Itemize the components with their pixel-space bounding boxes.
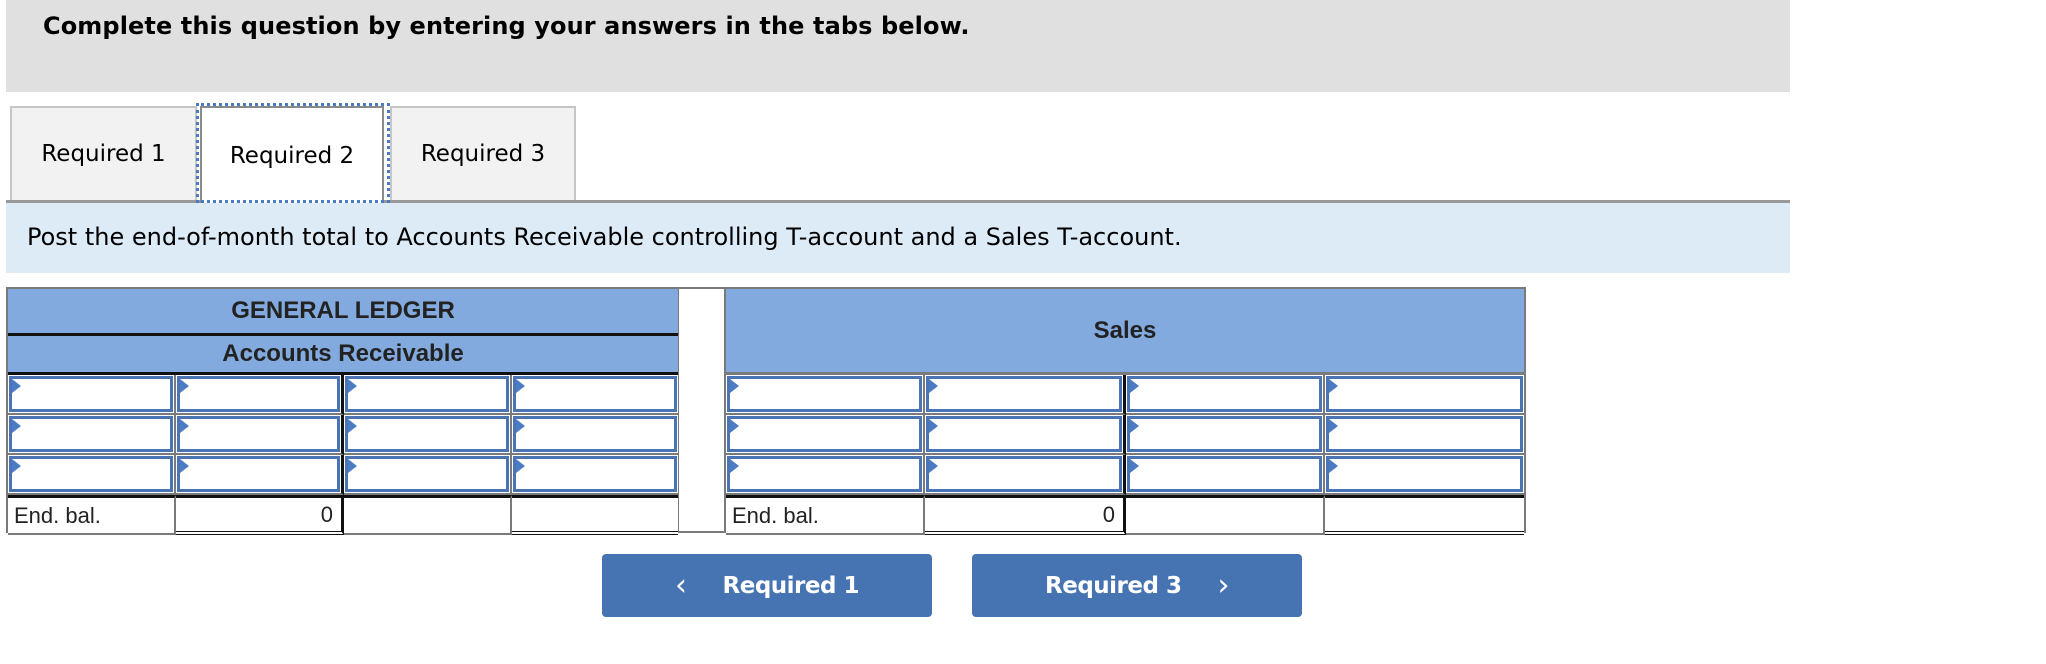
dropdown-marker-icon — [1130, 459, 1139, 473]
ar-credit-label-select-3[interactable] — [345, 456, 509, 492]
dropdown-marker-icon — [1130, 379, 1139, 393]
tab-required-3[interactable]: Required 3 — [390, 106, 576, 200]
general-ledger-header: GENERAL LEDGER — [8, 289, 678, 336]
sales-end-balance-credit-label — [1126, 495, 1325, 535]
dropdown-marker-icon — [1329, 379, 1338, 393]
dropdown-marker-icon — [929, 379, 938, 393]
tab-label: Required 2 — [229, 142, 355, 169]
dropdown-marker-icon — [1329, 459, 1338, 473]
next-required-3-button[interactable]: Required 3 › — [972, 554, 1302, 617]
sales-debit-amount-input-1[interactable] — [926, 376, 1122, 412]
table-row — [726, 375, 1524, 415]
dropdown-marker-icon — [180, 379, 189, 393]
sales-end-balance-value: 0 — [925, 495, 1126, 535]
ar-debit-label-select-2[interactable] — [9, 416, 173, 452]
next-button-label: Required 3 — [1045, 572, 1182, 599]
ar-credit-label-select-2[interactable] — [345, 416, 509, 452]
sales-header: Sales — [726, 289, 1524, 375]
sales-debit-label-select-3[interactable] — [727, 456, 922, 492]
dropdown-marker-icon — [730, 379, 739, 393]
sales-entry-grid: End. bal. 0 — [726, 375, 1524, 535]
dropdown-marker-icon — [516, 419, 525, 433]
sales-credit-amount-input-3[interactable] — [1326, 456, 1523, 492]
dropdown-marker-icon — [1130, 419, 1139, 433]
ar-end-balance-row: End. bal. 0 — [8, 495, 678, 535]
dropdown-marker-icon — [12, 459, 21, 473]
previous-required-1-button[interactable]: ‹ Required 1 — [602, 554, 932, 617]
table-row — [8, 415, 678, 455]
dropdown-marker-icon — [929, 459, 938, 473]
tab-required-1[interactable]: Required 1 — [10, 106, 197, 200]
dropdown-marker-icon — [348, 459, 357, 473]
tab-label: Required 3 — [420, 141, 546, 167]
accounts-receivable-taccount: GENERAL LEDGER Accounts Receivable End. … — [6, 287, 680, 535]
ar-debit-amount-input-1[interactable] — [177, 376, 340, 412]
dropdown-marker-icon — [516, 379, 525, 393]
sales-end-balance-label: End. bal. — [726, 495, 925, 535]
tab-required-2[interactable]: Required 2 — [200, 106, 384, 203]
chevron-left-icon: ‹ — [675, 568, 687, 603]
ar-debit-label-select-3[interactable] — [9, 456, 173, 492]
accounts-receivable-header: Accounts Receivable — [8, 336, 678, 375]
ar-debit-label-select-1[interactable] — [9, 376, 173, 412]
instruction-band: Post the end-of-month total to Accounts … — [6, 203, 1790, 273]
sales-debit-amount-input-2[interactable] — [926, 416, 1122, 452]
sales-end-balance-credit-value — [1325, 495, 1524, 535]
table-row — [726, 415, 1524, 455]
sales-credit-label-select-3[interactable] — [1127, 456, 1322, 492]
question-banner: Complete this question by entering your … — [6, 0, 1790, 92]
sales-debit-label-select-1[interactable] — [727, 376, 922, 412]
dropdown-marker-icon — [348, 379, 357, 393]
table-row — [8, 375, 678, 415]
chevron-right-icon: › — [1217, 568, 1229, 603]
ar-end-balance-credit-label — [344, 495, 512, 535]
dropdown-marker-icon — [12, 419, 21, 433]
dropdown-marker-icon — [180, 419, 189, 433]
ar-credit-amount-input-2[interactable] — [513, 416, 677, 452]
dropdown-marker-icon — [348, 419, 357, 433]
previous-button-label: Required 1 — [722, 572, 860, 599]
dropdown-marker-icon — [12, 379, 21, 393]
ar-credit-label-select-1[interactable] — [345, 376, 509, 412]
instruction-text: Post the end-of-month total to Accounts … — [27, 223, 1182, 251]
ar-end-balance-label: End. bal. — [8, 495, 176, 535]
sales-debit-amount-input-3[interactable] — [926, 456, 1122, 492]
ar-debit-amount-input-2[interactable] — [177, 416, 340, 452]
sales-credit-label-select-2[interactable] — [1127, 416, 1322, 452]
ar-end-balance-credit-value — [512, 495, 678, 535]
banner-text: Complete this question by entering your … — [43, 12, 970, 40]
ar-credit-amount-input-3[interactable] — [513, 456, 677, 492]
dropdown-marker-icon — [730, 459, 739, 473]
sales-end-balance-row: End. bal. 0 — [726, 495, 1524, 535]
sales-debit-label-select-2[interactable] — [727, 416, 922, 452]
sales-taccount: Sales End. bal. 0 — [724, 287, 1526, 535]
dropdown-marker-icon — [929, 419, 938, 433]
sales-credit-amount-input-2[interactable] — [1326, 416, 1523, 452]
dropdown-marker-icon — [180, 459, 189, 473]
ar-credit-amount-input-1[interactable] — [513, 376, 677, 412]
sales-credit-label-select-1[interactable] — [1127, 376, 1322, 412]
table-row — [726, 455, 1524, 495]
dropdown-marker-icon — [730, 419, 739, 433]
dropdown-marker-icon — [516, 459, 525, 473]
tab-label: Required 1 — [41, 141, 166, 167]
dropdown-marker-icon — [1329, 419, 1338, 433]
ar-end-balance-value: 0 — [176, 495, 344, 535]
taccount-spacer — [679, 287, 725, 533]
sales-credit-amount-input-1[interactable] — [1326, 376, 1523, 412]
ar-entry-grid: End. bal. 0 — [8, 375, 678, 535]
table-row — [8, 455, 678, 495]
ar-debit-amount-input-3[interactable] — [177, 456, 340, 492]
